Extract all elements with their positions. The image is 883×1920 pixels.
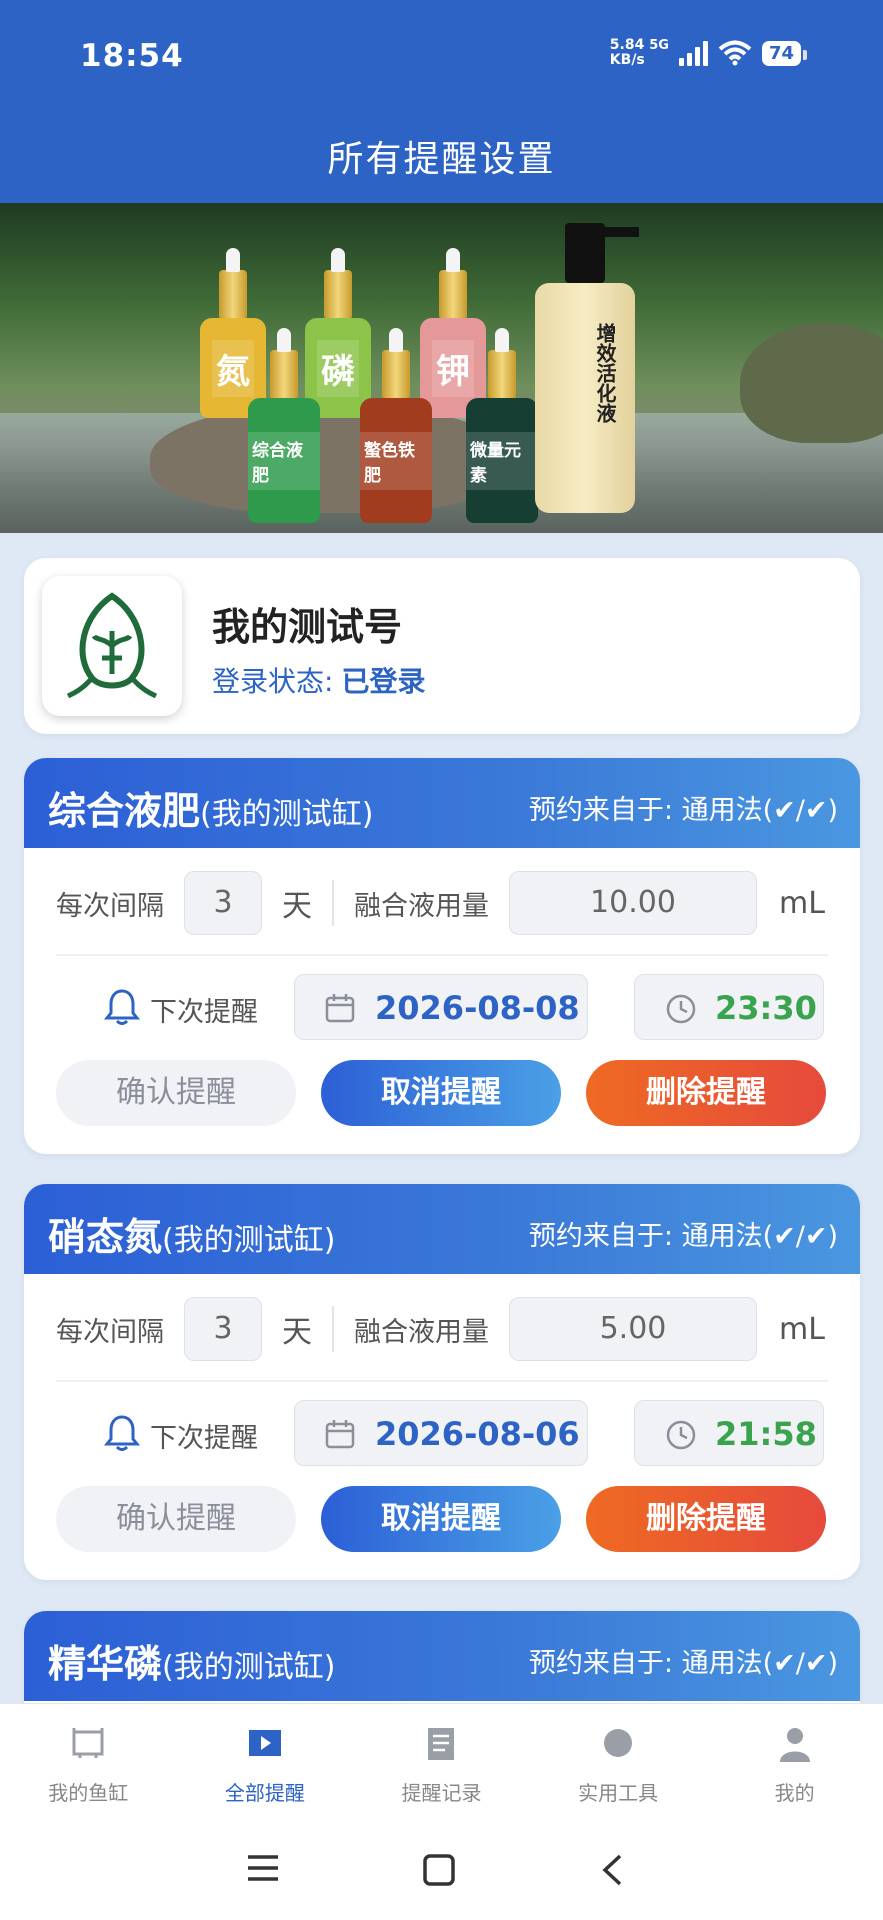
- signal-icon: [678, 40, 708, 66]
- date-picker[interactable]: 2026-08-06: [294, 1400, 588, 1466]
- fish-tank-icon: [72, 1728, 104, 1758]
- dose-settings-row: 每次间隔 3 天 融合液用量 10.00 mL: [56, 870, 828, 936]
- product-banner[interactable]: 氮 磷 钾 综合液肥 螯色铁肥 微量元素 增效活化液: [0, 203, 883, 533]
- page-title: 所有提醒设置: [327, 139, 556, 180]
- reminder-actions: 确认提醒 取消提醒 删除提醒: [56, 1486, 828, 1552]
- bottle-iron: 螯色铁肥: [360, 328, 432, 523]
- next-reminder-label: 下次提醒: [150, 997, 258, 1028]
- next-reminder-row: 下次提醒 2026-08-06 21:58: [56, 1400, 828, 1466]
- bottle-trace: 微量元素: [466, 328, 538, 523]
- next-reminder-label: 下次提醒: [150, 1423, 258, 1454]
- clock-icon: [666, 1420, 696, 1450]
- document-icon: [428, 1728, 455, 1760]
- confirm-reminder-button[interactable]: 确认提醒: [56, 1060, 296, 1126]
- interval-input[interactable]: 3: [184, 1297, 262, 1361]
- nav-item-all-reminders[interactable]: 全部提醒: [177, 1704, 354, 1813]
- reminder-source: 预约来自于: 通用法(✔/✔): [528, 1648, 838, 1679]
- nav-item-my-tank[interactable]: 我的鱼缸: [0, 1704, 177, 1813]
- battery-indicator: 74: [761, 40, 808, 66]
- delete-reminder-button[interactable]: 删除提醒: [586, 1486, 826, 1552]
- next-time: 23:30: [715, 989, 817, 1027]
- reminder-actions: 确认提醒 取消提醒 删除提醒: [56, 1060, 828, 1126]
- account-name: 我的测试号: [212, 605, 403, 649]
- nav-item-me[interactable]: 我的: [706, 1704, 883, 1813]
- next-date: 2026-08-06: [375, 1415, 580, 1453]
- time-picker[interactable]: 23:30: [634, 974, 824, 1040]
- home-icon[interactable]: [422, 1853, 456, 1887]
- calendar-icon: [325, 994, 355, 1023]
- bottle-compound: 综合液肥: [248, 328, 320, 523]
- dose-settings-row: 每次间隔 3 天 融合液用量 5.00 mL: [56, 1296, 828, 1362]
- reminder-card-header: 精华磷(我的测试缸) 预约来自于: 通用法(✔/✔): [24, 1611, 860, 1701]
- account-card[interactable]: 我的测试号 登录状态: 已登录: [24, 558, 860, 734]
- dose-unit: mL: [779, 1311, 825, 1347]
- confirm-reminder-button[interactable]: 确认提醒: [56, 1486, 296, 1552]
- interval-label: 每次间隔: [56, 1316, 164, 1348]
- reminder-title: 硝态氮(我的测试缸): [48, 1215, 336, 1259]
- reminder-source: 预约来自于: 通用法(✔/✔): [528, 795, 838, 826]
- date-picker[interactable]: 2026-08-08: [294, 974, 588, 1040]
- reminder-card-header: 综合液肥(我的测试缸) 预约来自于: 通用法(✔/✔): [24, 758, 860, 848]
- time-picker[interactable]: 21:58: [634, 1400, 824, 1466]
- status-time: 18:54: [80, 38, 184, 74]
- interval-unit: 天: [282, 889, 312, 924]
- reminder-card-header: 硝态氮(我的测试缸) 预约来自于: 通用法(✔/✔): [24, 1184, 860, 1274]
- clock-icon: [666, 994, 696, 1024]
- app-logo: [42, 576, 182, 716]
- system-nav-bar: [0, 1813, 883, 1920]
- next-date: 2026-08-08: [375, 989, 580, 1027]
- calendar-icon: [325, 1420, 355, 1449]
- app-header: 18:54 5.84 5G KB/s 74 所有提醒设置: [0, 0, 883, 203]
- bell-icon: [104, 989, 140, 1025]
- login-status: 登录状态: 已登录: [212, 665, 426, 698]
- dose-label: 融合液用量: [354, 1316, 489, 1348]
- leaf-logo-icon: [66, 592, 158, 699]
- bottom-nav: 我的鱼缸 全部提醒 提醒记录 实用工具 我的: [0, 1703, 883, 1813]
- reminder-source: 预约来自于: 通用法(✔/✔): [528, 1221, 838, 1252]
- dose-input[interactable]: 5.00: [509, 1297, 757, 1361]
- net-speed: 5.84 5G KB/s: [609, 37, 669, 68]
- reminder-card: 综合液肥(我的测试缸) 预约来自于: 通用法(✔/✔) 每次间隔 3 天 融合液…: [24, 758, 860, 1154]
- nav-item-tools[interactable]: 实用工具: [530, 1704, 707, 1813]
- menu-icon[interactable]: [246, 1853, 280, 1883]
- reminder-card: 硝态氮(我的测试缸) 预约来自于: 通用法(✔/✔) 每次间隔 3 天 融合液用…: [24, 1184, 860, 1580]
- interval-label: 每次间隔: [56, 890, 164, 922]
- back-icon[interactable]: [600, 1853, 624, 1887]
- reminder-title: 精华磷(我的测试缸): [48, 1642, 336, 1686]
- next-reminder-row: 下次提醒 2026-08-08 23:30: [56, 974, 828, 1040]
- play-icon: [248, 1730, 281, 1756]
- nav-item-reminder-log[interactable]: 提醒记录: [353, 1704, 530, 1813]
- person-icon: [779, 1728, 810, 1762]
- reminder-title: 综合液肥(我的测试缸): [48, 789, 374, 833]
- interval-input[interactable]: 3: [184, 871, 262, 935]
- dose-label: 融合液用量: [354, 890, 489, 922]
- dose-input[interactable]: 10.00: [509, 871, 757, 935]
- status-icons: 5.84 5G KB/s 74: [609, 37, 808, 68]
- next-time: 21:58: [715, 1415, 817, 1453]
- circle-icon: [604, 1729, 633, 1757]
- cancel-reminder-button[interactable]: 取消提醒: [321, 1486, 561, 1552]
- cancel-reminder-button[interactable]: 取消提醒: [321, 1060, 561, 1126]
- interval-unit: 天: [282, 1315, 312, 1350]
- wifi-icon: [718, 40, 752, 66]
- bottle-activator: 增效活化液: [535, 223, 639, 513]
- bell-icon: [104, 1415, 140, 1451]
- delete-reminder-button[interactable]: 删除提醒: [586, 1060, 826, 1126]
- dose-unit: mL: [779, 885, 825, 921]
